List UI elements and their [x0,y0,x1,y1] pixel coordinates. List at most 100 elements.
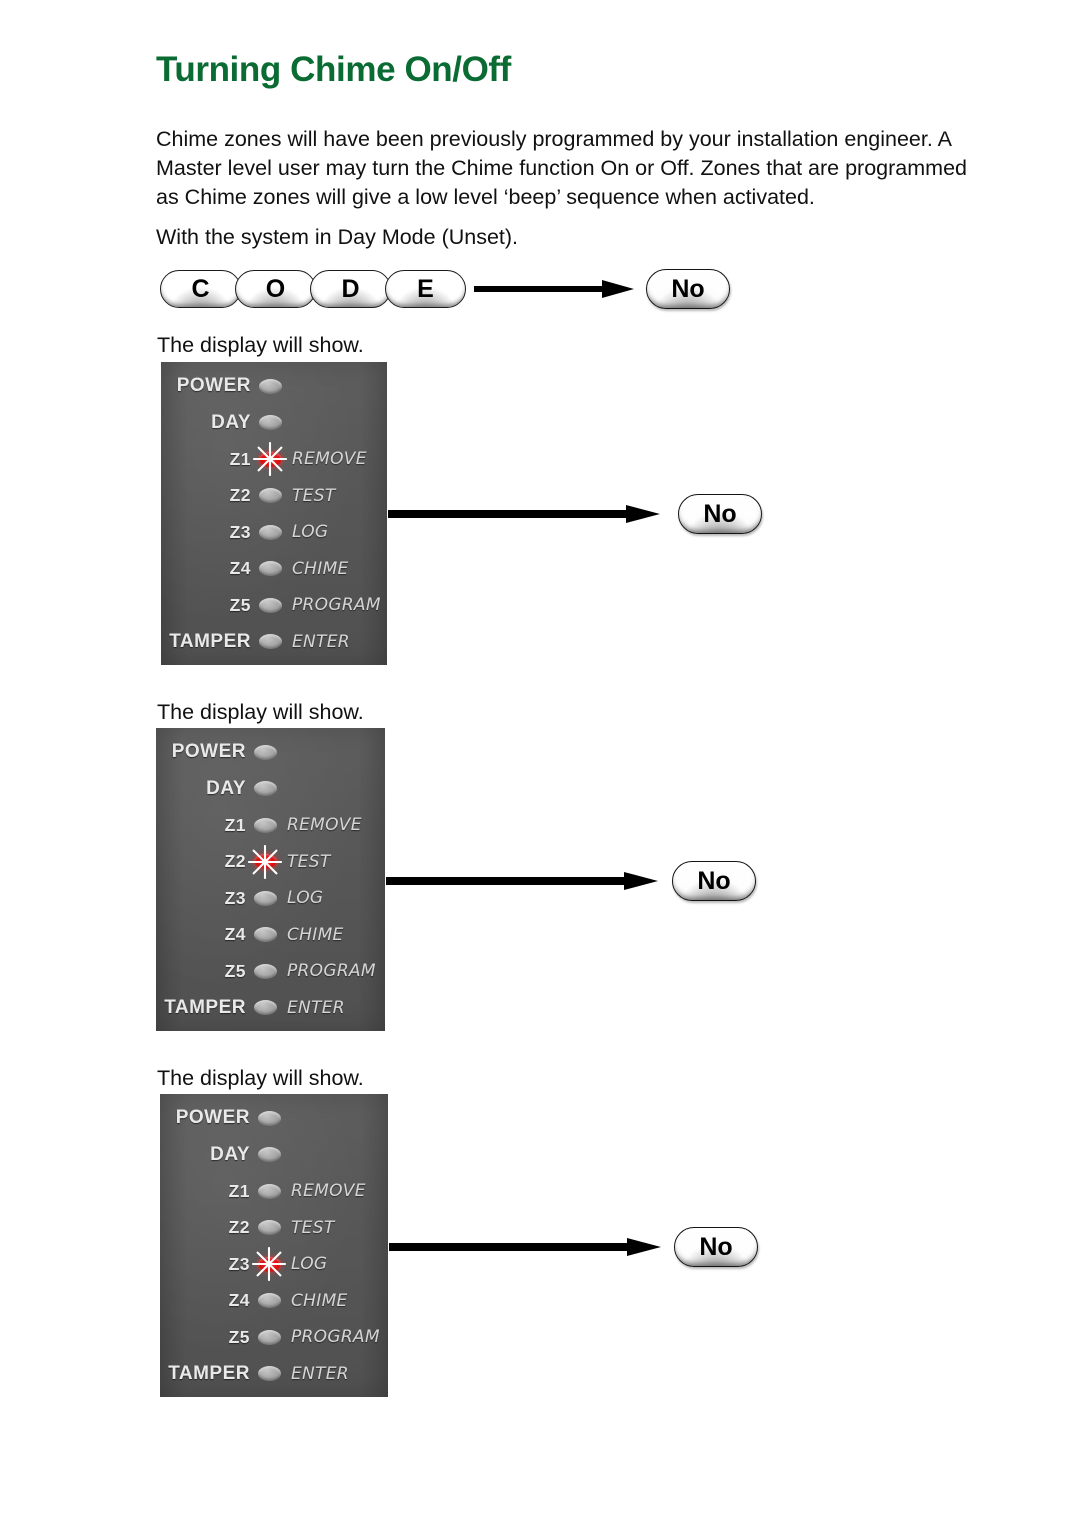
led-indicator-off [253,1000,277,1016]
panel-function-chime: CHIME [292,558,349,579]
led-slot [257,627,283,657]
key-o[interactable]: O [235,270,316,308]
panel-label-power: POWER [175,1107,250,1128]
day-mode-paragraph: With the system in Day Mode (Unset). [156,225,519,249]
led-slot [256,1286,282,1316]
panel-label-tamper: TAMPER [164,996,246,1018]
led-slot [256,1103,282,1133]
key-no-3[interactable]: No [674,1227,758,1267]
panel-row: Z2 TEST [156,844,385,879]
panel-function-log: LOG [287,888,324,909]
panel-label-tamper: TAMPER [169,630,251,652]
led-indicator-on [248,844,282,879]
led-indicator-off [258,561,282,577]
panel-row: Z1 REMOVE [161,442,387,477]
led-slot [248,844,282,879]
key-c[interactable]: C [160,270,241,308]
panel-row: Z5 PROGRAM [160,1322,388,1352]
led-slot [256,1140,282,1170]
panel-row: TAMPER ENTER [161,627,387,657]
panel-function-program: PROGRAM [291,1327,380,1348]
panel-row: POWER [156,737,385,767]
led-slot [252,810,278,840]
panel-row: Z4 CHIME [160,1286,388,1316]
key-no-0[interactable]: No [646,269,730,309]
key-e[interactable]: E [385,270,466,308]
panel-row: Z1 REMOVE [156,810,385,840]
panel-function-test: TEST [291,1217,335,1238]
panel-label-z5: Z5 [229,594,251,615]
panel-function-log: LOG [291,1254,328,1275]
led-slot [252,956,278,986]
caption-display-1: The display will show. [157,333,364,357]
panel-label-z3: Z3 [228,1253,250,1274]
led-indicator-off [257,1110,281,1126]
panel-label-z2: Z2 [229,485,251,506]
panel-row: Z1 REMOVE [160,1176,388,1206]
panel-label-z1: Z1 [228,1180,250,1201]
led-slot [256,1359,282,1389]
panel-row: DAY [160,1140,388,1170]
led-indicator-off [258,634,282,650]
led-slot [252,737,278,767]
panel-row: POWER [161,371,387,401]
led-indicator-off [258,597,282,613]
led-slot [252,1247,286,1282]
flow-arrow-icon-1 [388,505,660,523]
panel-label-z5: Z5 [228,1326,250,1347]
led-slot [252,883,278,913]
led-slot [257,481,283,511]
panel-label-z3: Z3 [229,521,251,542]
panel-function-enter: ENTER [292,631,350,652]
panel-row: DAY [161,408,387,438]
led-indicator-off [257,1220,281,1236]
panel-function-remove: REMOVE [292,449,367,470]
panel-row: Z4 CHIME [161,554,387,584]
led-indicator-off [257,1183,281,1199]
led-slot [257,590,283,620]
led-sparkle-icon [253,442,287,477]
led-indicator-off [253,781,277,797]
keypad-display-panel-1: POWER DAY Z1 REMOVE Z2 TEST Z3 LOG Z4 CHIME Z5 PROG… [161,362,387,665]
panel-function-remove: REMOVE [291,1181,366,1202]
panel-row: Z2 TEST [161,481,387,511]
panel-label-z1: Z1 [224,814,246,835]
led-indicator-off [257,1293,281,1309]
panel-function-program: PROGRAM [292,595,381,616]
key-no-1[interactable]: No [678,494,762,534]
led-indicator-off [257,1147,281,1163]
flow-arrow-icon-2 [386,872,658,890]
panel-label-day: DAY [211,411,251,433]
panel-row: TAMPER ENTER [160,1359,388,1389]
key-d[interactable]: D [310,270,391,308]
panel-label-z4: Z4 [224,924,246,945]
led-slot [256,1176,282,1206]
panel-label-z2: Z2 [224,851,246,872]
led-slot [252,993,278,1023]
led-sparkle-icon [248,844,282,879]
key-no-2[interactable]: No [672,861,756,901]
code-key-sequence: C O D E No [160,268,730,310]
panel-row: Z3 LOG [161,517,387,547]
caption-display-2: The display will show. [157,700,364,724]
panel-function-enter: ENTER [291,1363,349,1384]
led-indicator-off [253,744,277,760]
led-slot [257,517,283,547]
panel-function-log: LOG [292,522,329,543]
panel-row: Z2 TEST [160,1213,388,1243]
intro-paragraph: Chime zones will have been previously pr… [156,127,967,209]
panel-row: Z3 LOG [156,883,385,913]
panel-label-z3: Z3 [224,887,246,908]
panel-label-z2: Z2 [228,1217,250,1238]
led-indicator-off [253,817,277,833]
panel-label-z1: Z1 [229,448,251,469]
led-indicator-off [258,488,282,504]
panel-row: Z5 PROGRAM [161,590,387,620]
keypad-display-panel-2: POWER DAY Z1 REMOVE Z2 TEST Z3 LOG Z4 CHIME Z5 PROG… [156,728,385,1031]
panel-label-tamper: TAMPER [168,1362,250,1384]
caption-display-3: The display will show. [157,1066,364,1090]
led-indicator-off [257,1366,281,1382]
led-indicator-on [252,1247,286,1282]
led-slot [257,371,283,401]
led-sparkle-icon [252,1247,286,1282]
